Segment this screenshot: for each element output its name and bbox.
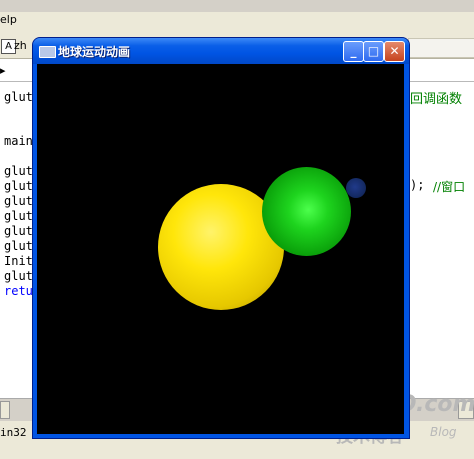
ide-titlebar-strip <box>0 0 474 12</box>
window-title: 地球运动动画 <box>58 45 131 59</box>
code-line: glut <box>4 269 33 283</box>
toolbar-panel <box>408 38 474 58</box>
code-line: glut <box>4 179 33 193</box>
scroll-left-button[interactable] <box>0 401 10 419</box>
window-titlebar[interactable]: 地球运动动画 _ □ ✕ <box>33 38 409 64</box>
code-line: Init <box>4 254 33 268</box>
code-line: glut <box>4 194 33 208</box>
code-comment: 回调函数 <box>410 92 463 107</box>
code-line: glut <box>4 164 33 178</box>
render-canvas[interactable] <box>37 64 404 434</box>
code-line: main <box>4 134 33 148</box>
maximize-button[interactable]: □ <box>363 41 384 62</box>
ide-menubar: elp <box>0 0 474 37</box>
code-fragment: ); <box>410 178 425 192</box>
file-selector[interactable]: zh <box>14 38 32 54</box>
watermark-blog: Blog <box>430 425 457 439</box>
code-line: glut <box>4 90 33 104</box>
earth-sphere <box>262 167 351 256</box>
code-line: glut <box>4 209 33 223</box>
code-line: glut <box>4 239 33 253</box>
code-line-keyword: retu <box>4 284 33 298</box>
menu-item-help[interactable]: elp <box>0 13 17 26</box>
status-text: in32 <box>0 426 27 439</box>
animation-window[interactable]: 地球运动动画 _ □ ✕ <box>33 38 409 438</box>
app-window-icon[interactable] <box>39 46 56 58</box>
code-line: glut <box>4 224 33 238</box>
moon-sphere <box>346 178 366 198</box>
close-button[interactable]: ✕ <box>384 41 405 62</box>
tab-arrow-icon[interactable]: ▸ <box>0 64 6 77</box>
minimize-button[interactable]: _ <box>343 41 364 62</box>
code-comment: //窗口 <box>433 180 466 194</box>
